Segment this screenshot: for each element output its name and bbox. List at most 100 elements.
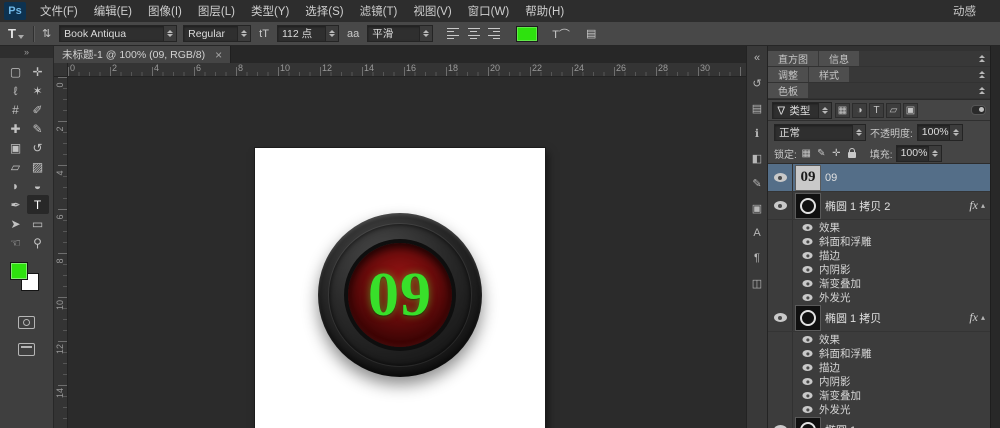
tab-adjustments[interactable]: 调整 [768, 67, 808, 82]
eye-icon[interactable] [802, 223, 812, 230]
menu-item[interactable]: 文件(F) [32, 0, 86, 22]
eye-icon[interactable] [802, 265, 812, 272]
eye-icon[interactable] [802, 391, 812, 398]
blur-tool-icon[interactable]: ◗ [5, 176, 27, 195]
anti-alias-select[interactable]: 平滑 [367, 25, 433, 42]
paragraph-panel-icon[interactable]: ¶ [748, 250, 766, 266]
collapse-panel-icon[interactable] [974, 51, 990, 66]
clone-stamp-tool-icon[interactable]: ▣ [5, 138, 27, 157]
layer-effect-row[interactable]: 外发光 [768, 402, 990, 416]
history-brush-tool-icon[interactable]: ↺ [27, 138, 49, 157]
eye-icon[interactable] [802, 237, 812, 244]
layer-effect-row[interactable]: 效果 [768, 220, 990, 234]
visibility-toggle[interactable] [768, 304, 793, 331]
pen-tool-icon[interactable]: ✒ [5, 195, 27, 214]
layer-effect-row[interactable]: 效果 [768, 332, 990, 346]
eye-icon[interactable] [802, 363, 812, 370]
properties-panel-icon[interactable]: ▤ [748, 100, 766, 116]
layer-name[interactable]: 椭圆 1 拷贝 [825, 310, 969, 326]
layer-effect-row[interactable]: 内阴影 [768, 262, 990, 276]
tab-histogram[interactable]: 直方图 [768, 51, 818, 66]
brush-tool-icon[interactable]: ✎ [27, 119, 49, 138]
layer-name[interactable]: 椭圆 1 [825, 422, 990, 428]
type-layer-filter-icon[interactable]: T [869, 103, 884, 118]
layer-effect-row[interactable]: 描边 [768, 248, 990, 262]
layer-effect-row[interactable]: 描边 [768, 360, 990, 374]
layer-row-ellipse-copy[interactable]: 椭圆 1 拷贝 fx ▴ [768, 304, 990, 332]
rectangular-marquee-tool-icon[interactable]: ▢ [5, 62, 27, 81]
eye-icon[interactable] [802, 251, 812, 258]
layer-style-badge[interactable]: fx ▴ [969, 198, 985, 213]
lock-position-icon[interactable]: ✛ [830, 146, 843, 160]
toggle-character-panel-icon[interactable]: ▤ [584, 27, 598, 40]
layer-style-badge[interactable]: fx ▴ [969, 310, 985, 325]
close-tab-icon[interactable]: × [215, 49, 222, 61]
workspace-switcher[interactable]: 动感 [953, 3, 976, 19]
move-tool-icon[interactable]: ✛ [27, 62, 49, 81]
menu-item[interactable]: 图层(L) [190, 0, 243, 22]
eye-icon[interactable] [802, 279, 812, 286]
menu-item[interactable]: 视图(V) [405, 0, 459, 22]
color-panel-icon[interactable]: ◧ [748, 150, 766, 166]
visibility-toggle[interactable] [768, 192, 793, 219]
expand-panels-icon[interactable]: « [748, 50, 766, 66]
visibility-toggle[interactable] [768, 164, 793, 191]
ruler-origin-corner[interactable] [54, 63, 68, 77]
vertical-ruler[interactable]: 02468101214 [54, 77, 68, 428]
canvas[interactable]: 09 [255, 148, 545, 428]
layer-filter-select[interactable]: ∇ 类型 [772, 102, 832, 119]
shape-layer-filter-icon[interactable]: ▱ [886, 103, 901, 118]
collapse-panel-icon[interactable] [974, 83, 990, 98]
menu-item[interactable]: 图像(I) [140, 0, 190, 22]
path-selection-tool-icon[interactable]: ➤ [5, 214, 27, 233]
lock-transparency-icon[interactable]: ▦ [800, 146, 813, 160]
text-layer-thumbnail[interactable]: 09 [796, 166, 820, 190]
tab-info[interactable]: 信息 [819, 51, 859, 66]
character-panel-icon[interactable]: A [748, 225, 766, 241]
type-tool-icon[interactable]: T [27, 195, 49, 214]
layer-comps-panel-icon[interactable]: ◫ [748, 275, 766, 291]
eye-icon[interactable] [802, 335, 812, 342]
adjustment-layer-filter-icon[interactable]: ◑ [852, 103, 867, 118]
menu-item[interactable]: 滤镜(T) [352, 0, 406, 22]
tool-preset-picker[interactable]: T [5, 26, 27, 41]
tab-styles[interactable]: 样式 [809, 67, 849, 82]
smart-object-filter-icon[interactable]: ▣ [903, 103, 918, 118]
fill-input[interactable]: 100% [896, 145, 942, 162]
layer-effect-row[interactable]: 外发光 [768, 290, 990, 304]
align-text-center-button[interactable] [467, 27, 480, 40]
align-text-right-button[interactable] [487, 27, 500, 40]
shape-layer-thumbnail[interactable] [796, 306, 820, 330]
opacity-input[interactable]: 100% [917, 124, 963, 141]
font-size-select[interactable]: 112 点 [277, 25, 339, 42]
collapse-effects-icon[interactable]: ▴ [981, 201, 985, 210]
layer-name[interactable]: 09 [825, 172, 990, 184]
collapse-toolbar-icon[interactable]: » [0, 46, 53, 58]
eye-icon[interactable] [802, 377, 812, 384]
text-orientation-toggle-icon[interactable]: ⇅ [40, 27, 53, 40]
lock-all-icon[interactable] [846, 146, 859, 160]
text-color-swatch[interactable] [516, 26, 538, 42]
dodge-tool-icon[interactable]: ◒ [27, 176, 49, 195]
lock-pixels-icon[interactable]: ✎ [815, 146, 828, 160]
gradient-tool-icon[interactable]: ▨ [27, 157, 49, 176]
horizontal-ruler[interactable]: 024681012141618202224262830 [68, 63, 746, 77]
healing-brush-tool-icon[interactable]: ✚ [5, 119, 27, 138]
font-style-select[interactable]: Regular [183, 25, 251, 42]
eye-icon[interactable] [802, 405, 812, 412]
foreground-color-swatch[interactable] [10, 262, 28, 280]
font-family-select[interactable]: Book Antiqua [59, 25, 177, 42]
menu-item[interactable]: 类型(Y) [243, 0, 297, 22]
menu-item[interactable]: 帮助(H) [517, 0, 572, 22]
quick-mask-mode-icon[interactable] [18, 316, 35, 329]
layer-filter-toggle-icon[interactable] [971, 105, 986, 115]
layer-effect-row[interactable]: 渐变叠加 [768, 276, 990, 290]
layer-effect-row[interactable]: 内阴影 [768, 374, 990, 388]
shape-layer-thumbnail[interactable] [796, 194, 820, 218]
clone-source-panel-icon[interactable]: ▣ [748, 200, 766, 216]
lasso-tool-icon[interactable]: ℓ [5, 81, 27, 100]
visibility-toggle[interactable] [768, 416, 793, 428]
hand-tool-icon[interactable]: ☜ [5, 233, 27, 252]
layer-effect-row[interactable]: 斜面和浮雕 [768, 234, 990, 248]
zoom-tool-icon[interactable]: ⚲ [27, 233, 49, 252]
